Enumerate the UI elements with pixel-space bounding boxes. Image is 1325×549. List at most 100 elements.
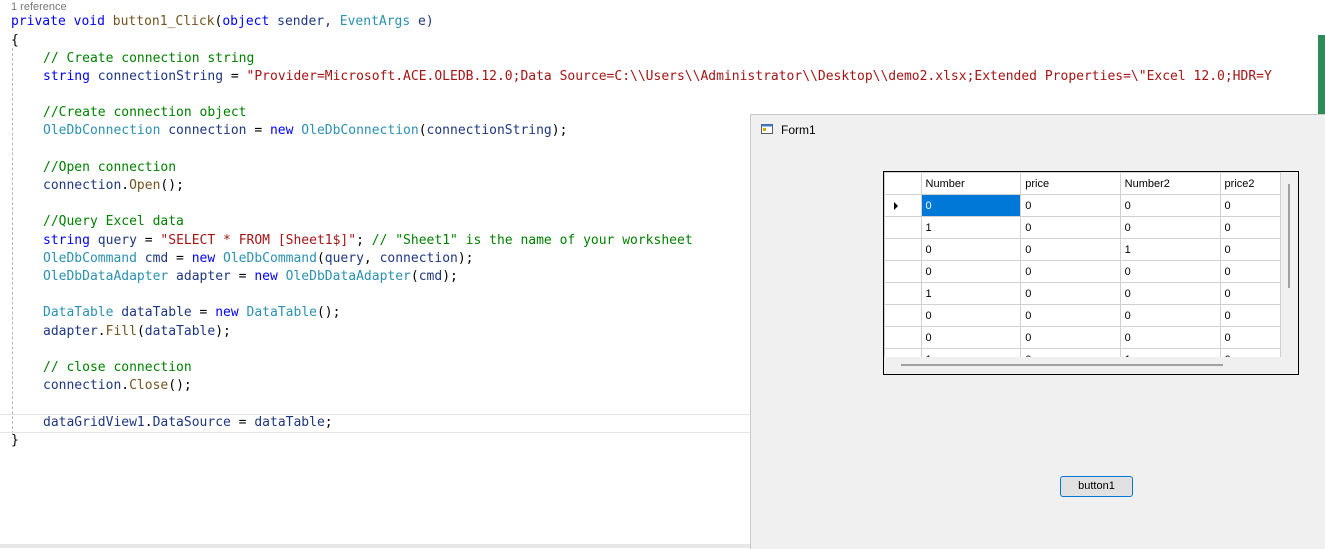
grid-cell[interactable]: 0 — [920, 304, 1022, 327]
form1-window[interactable]: Form1 Number price Number2 price2 0 0 0 … — [750, 114, 1325, 549]
grid-vertical-scrollbar[interactable] — [1281, 172, 1298, 357]
code-line-9[interactable]: //Query Excel data — [43, 213, 184, 231]
code-line-12[interactable]: OleDbDataAdapter adapter = new OleDbData… — [43, 268, 458, 286]
token: adapter — [43, 324, 98, 339]
grid-cell[interactable]: 0 — [1020, 216, 1121, 239]
grid-cell[interactable]: 0 — [1119, 194, 1221, 217]
code-line-17[interactable]: dataGridView1.DataSource = dataTable; — [43, 414, 333, 432]
grid-cell[interactable]: 0 — [1219, 326, 1281, 349]
token: ( — [418, 123, 427, 138]
column-header-number[interactable]: Number — [920, 172, 1022, 195]
code-line-16[interactable]: connection.Close(); — [43, 377, 192, 395]
grid-cell[interactable]: 0 — [1020, 194, 1121, 217]
editor-horizontal-scrollbar[interactable] — [0, 544, 750, 548]
grid-horizontal-scrollbar[interactable] — [884, 357, 1281, 374]
grid-cell[interactable]: 1 — [1119, 348, 1221, 357]
form-titlebar[interactable]: Form1 — [751, 115, 1325, 145]
current-row-arrow-icon — [894, 201, 898, 210]
grid-cell[interactable]: 1 — [920, 348, 1022, 357]
table-row[interactable]: 1 0 1 0 — [884, 348, 1281, 357]
grid-cell[interactable]: 0 — [1020, 260, 1121, 283]
data-grid-view[interactable]: Number price Number2 price2 0 0 0 0 1 0 … — [883, 171, 1299, 375]
code-line-2[interactable]: { — [11, 32, 19, 50]
grid-cell[interactable]: 0 — [1119, 260, 1221, 283]
table-row[interactable]: 1 0 0 0 — [884, 216, 1281, 239]
grid-cell[interactable]: 0 — [1219, 260, 1281, 283]
token: = — [223, 69, 247, 84]
code-line-11[interactable]: OleDbCommand cmd = new OleDbCommand(quer… — [43, 250, 474, 268]
grid-cell[interactable]: 0 — [920, 194, 1022, 217]
grid-cell[interactable]: 0 — [1020, 348, 1121, 357]
grid-cell[interactable]: 0 — [1219, 304, 1281, 327]
grid-header-row: Number price Number2 price2 — [884, 172, 1281, 195]
code-line-1[interactable]: private void button1_Click(object sender… — [11, 13, 434, 31]
grid-cell[interactable]: 0 — [920, 260, 1022, 283]
table-row[interactable]: 0 0 0 0 — [884, 260, 1281, 283]
row-header[interactable] — [884, 194, 922, 217]
table-row[interactable]: 0 0 0 0 — [884, 194, 1281, 217]
code-line-3[interactable]: // Create connection string — [43, 50, 254, 68]
grid-cell[interactable]: 0 — [1219, 282, 1281, 305]
grid-cell[interactable]: 0 — [1119, 216, 1221, 239]
grid-cell[interactable]: 0 — [920, 326, 1022, 349]
grid-cell[interactable]: 0 — [1219, 238, 1281, 261]
row-header-corner[interactable] — [884, 172, 922, 195]
table-row[interactable]: 0 0 0 0 — [884, 304, 1281, 327]
grid-cell[interactable]: 0 — [920, 238, 1022, 261]
grid-cell[interactable]: 0 — [1119, 304, 1221, 327]
grid-cell[interactable]: 0 — [1020, 304, 1121, 327]
row-header[interactable] — [884, 238, 922, 261]
row-header[interactable] — [884, 348, 922, 357]
token: query — [89, 233, 137, 248]
token: private — [11, 14, 66, 29]
grid-cell[interactable]: 1 — [920, 282, 1022, 305]
token: query — [324, 251, 364, 266]
button1[interactable]: button1 — [1060, 476, 1133, 497]
vertical-scroll-thumb[interactable] — [1288, 184, 1290, 288]
column-header-number2[interactable]: Number2 — [1119, 172, 1221, 195]
grid-cell[interactable]: 0 — [1119, 282, 1221, 305]
token: OleDbCommand — [215, 251, 317, 266]
code-line-7[interactable]: //Open connection — [43, 159, 176, 177]
scrollbar-corner — [1281, 357, 1298, 374]
form-window-icon — [761, 124, 773, 134]
grid-cell[interactable]: 1 — [1119, 238, 1221, 261]
token: sender, — [269, 14, 340, 29]
column-header-price2[interactable]: price2 — [1219, 172, 1281, 195]
row-header[interactable] — [884, 326, 922, 349]
row-header[interactable] — [884, 260, 922, 283]
grid-cell[interactable]: 0 — [1219, 216, 1281, 239]
code-line-10[interactable]: string query = "SELECT * FROM [Sheet1$]"… — [43, 232, 693, 250]
grid-cell[interactable]: 0 — [1020, 282, 1121, 305]
code-line-8[interactable]: connection.Open(); — [43, 177, 184, 195]
grid-cell[interactable]: 0 — [1020, 326, 1121, 349]
code-line-18[interactable]: } — [11, 432, 19, 450]
token: ; — [324, 415, 333, 430]
grid-cell[interactable]: 0 — [1020, 238, 1121, 261]
row-header[interactable] — [884, 282, 922, 305]
code-line-14[interactable]: adapter.Fill(dataTable); — [43, 323, 231, 341]
table-row[interactable]: 1 0 0 0 — [884, 282, 1281, 305]
grid-table: Number price Number2 price2 0 0 0 0 1 0 … — [884, 172, 1281, 357]
code-line-5[interactable]: //Create connection object — [43, 104, 247, 122]
token: OleDbDataAdapter — [277, 269, 411, 284]
horizontal-scroll-thumb[interactable] — [901, 364, 1223, 366]
grid-cell[interactable]: 0 — [1219, 194, 1281, 217]
table-row[interactable]: 0 0 1 0 — [884, 238, 1281, 261]
codelens-references[interactable]: 1 reference — [11, 1, 67, 13]
code-line-4[interactable]: string connectionString = "Provider=Micr… — [43, 68, 1272, 86]
row-header[interactable] — [884, 304, 922, 327]
token: OleDbConnection — [43, 123, 161, 138]
token: new — [269, 123, 294, 138]
code-line-15[interactable]: // close connection — [43, 359, 192, 377]
token: e) — [410, 14, 434, 29]
grid-cell[interactable]: 0 — [1119, 326, 1221, 349]
table-row[interactable]: 0 0 0 0 — [884, 326, 1281, 349]
code-line-6[interactable]: OleDbConnection connection = new OleDbCo… — [43, 122, 567, 140]
grid-cell[interactable]: 1 — [920, 216, 1022, 239]
column-header-price[interactable]: price — [1020, 172, 1121, 195]
grid-cell[interactable]: 0 — [1219, 348, 1281, 357]
grid-viewport[interactable]: Number price Number2 price2 0 0 0 0 1 0 … — [884, 172, 1281, 357]
row-header[interactable] — [884, 216, 922, 239]
code-line-13[interactable]: DataTable dataTable = new DataTable(); — [43, 304, 340, 322]
